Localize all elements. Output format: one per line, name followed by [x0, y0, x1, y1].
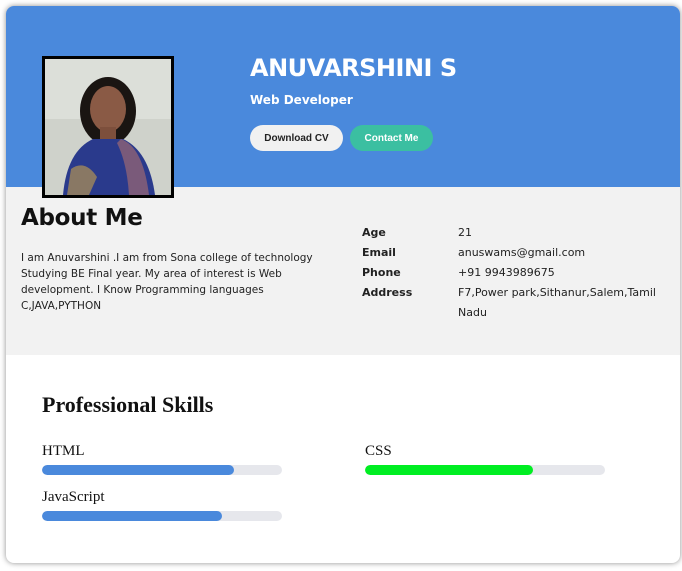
- info-list: Age 21 Email anuswams@gmail.com Phone +9…: [362, 223, 658, 323]
- skill-bar-track: [365, 465, 605, 475]
- info-value: 21: [458, 226, 472, 239]
- skill-css: CSS: [365, 441, 605, 475]
- about-title: About Me: [21, 205, 143, 231]
- profile-card: ANUVARSHINI S Web Developer Download CV …: [6, 6, 680, 563]
- skills-title: Professional Skills: [42, 392, 214, 417]
- skill-name: HTML: [42, 443, 85, 459]
- skill-bar-fill: [365, 465, 533, 475]
- contact-me-button[interactable]: Contact Me: [350, 125, 433, 151]
- info-label: Address: [362, 286, 413, 299]
- info-row-phone: Phone +91 9943989675: [362, 263, 658, 283]
- info-row-age: Age 21: [362, 223, 658, 243]
- info-value: +91 9943989675: [458, 266, 555, 279]
- profile-role: Web Developer: [250, 93, 353, 107]
- info-label: Phone: [362, 266, 401, 279]
- info-value: F7,Power park,Sithanur,Salem,Tamil Nadu: [458, 286, 656, 319]
- skill-name: CSS: [365, 443, 392, 459]
- skill-html: HTML: [42, 441, 282, 475]
- profile-photo: [42, 56, 174, 198]
- skill-bar-fill: [42, 465, 234, 475]
- skill-javascript: JavaScript: [42, 487, 282, 521]
- download-cv-button[interactable]: Download CV: [250, 125, 343, 151]
- skill-bar-fill: [42, 511, 222, 521]
- about-text: I am Anuvarshini .I am from Sona college…: [21, 252, 313, 312]
- skill-bar-track: [42, 511, 282, 521]
- info-value: anuswams@gmail.com: [458, 246, 586, 259]
- info-label: Email: [362, 246, 396, 259]
- profile-name: ANUVARSHINI S: [250, 54, 457, 82]
- info-label: Age: [362, 226, 386, 239]
- skill-name: JavaScript: [42, 489, 105, 505]
- info-row-address: Address F7,Power park,Sithanur,Salem,Tam…: [362, 283, 658, 323]
- skill-bar-track: [42, 465, 282, 475]
- info-row-email: Email anuswams@gmail.com: [362, 243, 658, 263]
- about-section: About Me I am Anuvarshini .I am from Son…: [6, 187, 680, 355]
